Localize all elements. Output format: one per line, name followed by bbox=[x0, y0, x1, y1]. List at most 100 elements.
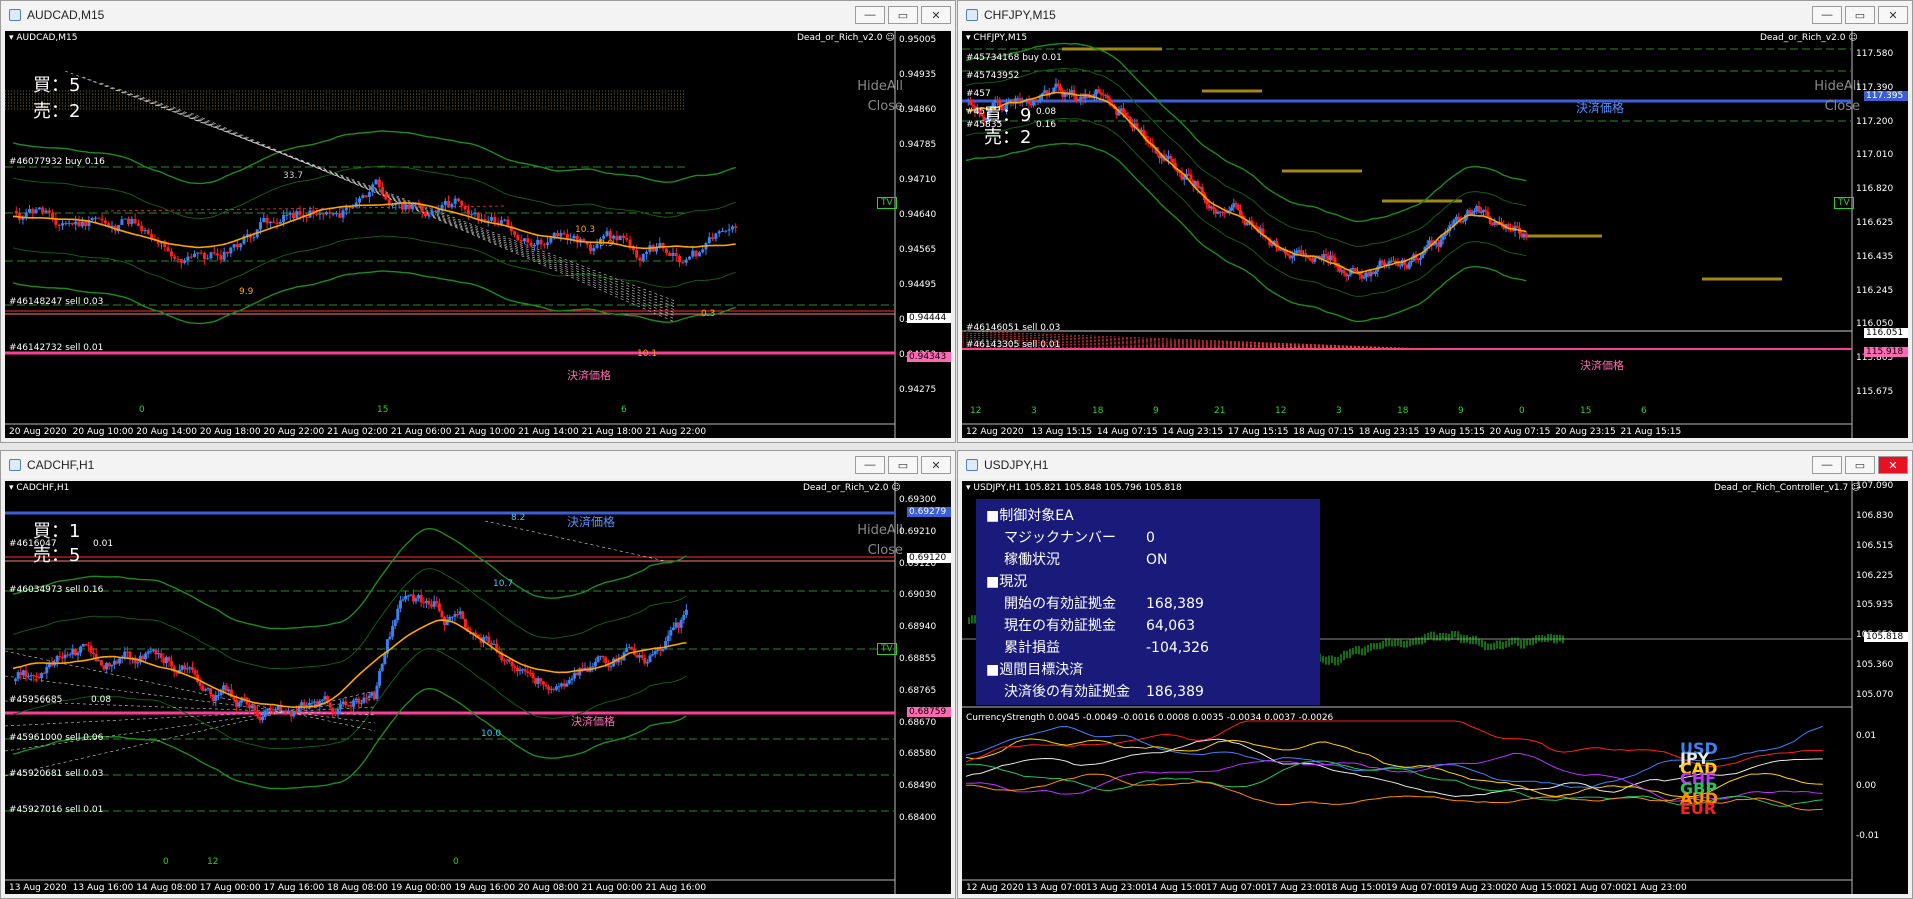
candle-body bbox=[625, 648, 629, 653]
candle-body bbox=[302, 702, 306, 707]
close-button[interactable]: ✕ bbox=[921, 456, 951, 474]
candle-body bbox=[292, 711, 296, 717]
candle-body bbox=[130, 218, 134, 225]
time-tick: 17 Aug 07:00 bbox=[1206, 883, 1267, 893]
candle-body bbox=[463, 205, 467, 210]
candle-body bbox=[711, 237, 715, 239]
annotation: 33.7 bbox=[283, 171, 304, 181]
chart-area-usdjpy[interactable]: ▾ USDJPY,H1 105.821 105.848 105.796 105.… bbox=[962, 481, 1908, 894]
time-tick: 21 Aug 10:00 bbox=[454, 427, 516, 437]
candle-body bbox=[593, 661, 597, 667]
annotation: 9.9 bbox=[239, 287, 254, 297]
titlebar-audcad[interactable]: AUDCAD,M15 — ▭ ✕ bbox=[1, 1, 955, 29]
titlebar-cadchf[interactable]: CADCHF,H1 — ▭ ✕ bbox=[1, 451, 955, 479]
titlebar-usdjpy[interactable]: USDJPY,H1 — ▭ ✕ bbox=[958, 451, 1912, 479]
time-tick: 13 Aug 16:00 bbox=[72, 883, 134, 893]
candle-body bbox=[183, 260, 187, 263]
minimize-button[interactable]: — bbox=[855, 456, 885, 474]
candle-body bbox=[1441, 235, 1445, 241]
window-audcad[interactable]: AUDCAD,M15 — ▭ ✕ ▾ AUDCAD,M15 Dead_or_Ri… bbox=[0, 0, 956, 443]
candle-body bbox=[19, 672, 23, 676]
candle-body bbox=[120, 219, 124, 225]
minimize-button[interactable]: — bbox=[1812, 456, 1842, 474]
candle-body bbox=[274, 709, 278, 711]
info-row: 稼働状況 ON bbox=[1004, 552, 1168, 568]
chart-window-icon bbox=[966, 9, 978, 21]
candle-body bbox=[295, 211, 299, 219]
time-tick: 20 Aug 07:15 bbox=[1489, 427, 1551, 437]
candle-body bbox=[393, 620, 397, 627]
hideall-button[interactable]: HideAll Close bbox=[843, 77, 903, 117]
tv-button[interactable]: TV bbox=[877, 643, 897, 655]
hideall-button[interactable]: HideAll Close bbox=[843, 521, 903, 561]
maximize-button[interactable]: ▭ bbox=[1845, 456, 1875, 474]
candle-body bbox=[341, 701, 345, 705]
time-tick: 14 Aug 07:15 bbox=[1096, 427, 1158, 437]
time-axis: 13 Aug 2020 13 Aug 16:00 14 Aug 08:00 17 Au… bbox=[5, 880, 951, 894]
candle-body bbox=[521, 669, 525, 671]
chart-area-chfjpy[interactable]: ▾ CHFJPY,M15 Dead_or_Rich_v2.0 ☺ 買：9 売：2… bbox=[962, 31, 1908, 438]
candle-body bbox=[209, 252, 213, 259]
settle-price-label: 決済価格 bbox=[571, 715, 615, 728]
candle-body bbox=[16, 672, 20, 679]
session-number: 9 bbox=[1458, 406, 1464, 416]
candle-body bbox=[100, 218, 104, 221]
candle-body bbox=[179, 258, 183, 263]
candle-body bbox=[450, 203, 454, 208]
candle-body bbox=[615, 235, 619, 241]
close-positions-button[interactable]: Close bbox=[1792, 97, 1860, 117]
candle-body bbox=[714, 233, 718, 239]
tv-button[interactable]: TV bbox=[1834, 197, 1854, 209]
candle-body bbox=[1099, 92, 1103, 95]
close-positions-button[interactable]: Close bbox=[843, 97, 903, 117]
hideall-button[interactable]: HideAll Close bbox=[1792, 77, 1860, 117]
candle-body bbox=[1477, 205, 1481, 213]
candle-body bbox=[265, 217, 269, 224]
close-positions-button[interactable]: Close bbox=[843, 541, 903, 561]
price-tick: 0.94275 bbox=[899, 385, 937, 395]
candle-body bbox=[404, 596, 408, 600]
chart-symbol-label: ▾ AUDCAD,M15 bbox=[9, 33, 78, 43]
maximize-button[interactable]: ▭ bbox=[888, 456, 918, 474]
close-button[interactable]: ✕ bbox=[921, 6, 951, 24]
annotation: 10.3 bbox=[575, 225, 596, 235]
sell-count: 売：2 bbox=[33, 101, 81, 122]
candle-body bbox=[1097, 89, 1101, 93]
time-tick: 18 Aug 15:00 bbox=[1326, 883, 1387, 893]
settle-price-tag: 0.69279 bbox=[907, 507, 951, 517]
time-tick: 21 Aug 23:00 bbox=[1626, 883, 1687, 893]
current-price-tag: 0.69120 bbox=[907, 553, 951, 563]
tv-button[interactable]: TV bbox=[877, 197, 897, 209]
candle-body bbox=[242, 697, 246, 699]
current-price-tag: 116.051 bbox=[1864, 328, 1908, 338]
candle-body bbox=[318, 213, 322, 215]
candle-body bbox=[691, 250, 695, 257]
window-cadchf[interactable]: CADCHF,H1 — ▭ ✕ ▾ CADCHF,H1 Dead_or_Rich… bbox=[0, 450, 956, 899]
titlebar-chfjpy[interactable]: CHFJPY,M15 — ▭ ✕ bbox=[958, 1, 1912, 29]
minimize-button[interactable]: — bbox=[1812, 6, 1842, 24]
chart-area-cadchf[interactable]: ▾ CADCHF,H1 Dead_or_Rich_v2.0 ☺ 買：1 売：5 … bbox=[5, 481, 951, 894]
window-usdjpy[interactable]: USDJPY,H1 — ▭ ✕ ▾ USDJPY,H1 105.821 105.… bbox=[957, 450, 1913, 899]
minimize-button[interactable]: — bbox=[855, 6, 885, 24]
candle-body bbox=[300, 702, 304, 707]
candle-body bbox=[515, 667, 519, 672]
candle-body bbox=[331, 707, 335, 713]
close-button[interactable]: ✕ bbox=[1878, 6, 1908, 24]
chart-area-audcad[interactable]: ▾ AUDCAD,M15 Dead_or_Rich_v2.0 ☺ 買：5 売：2… bbox=[5, 31, 951, 438]
window-chfjpy[interactable]: CHFJPY,M15 — ▭ ✕ ▾ CHFJPY,M15 Dead_or_Ri… bbox=[957, 0, 1913, 443]
maximize-button[interactable]: ▭ bbox=[888, 6, 918, 24]
candle-body bbox=[463, 618, 467, 628]
candle-body bbox=[1407, 262, 1411, 269]
maximize-button[interactable]: ▭ bbox=[1845, 6, 1875, 24]
window-title: CADCHF,H1 bbox=[27, 458, 95, 472]
candle-body bbox=[384, 193, 388, 200]
order-label: #46146051 sell 0.03 bbox=[966, 323, 1061, 333]
order-label: #45743952 bbox=[966, 71, 1020, 81]
order-lot: 0.08 bbox=[1036, 107, 1057, 117]
close-button[interactable]: ✕ bbox=[1878, 456, 1908, 474]
candle-body bbox=[298, 211, 302, 215]
candle-body bbox=[539, 239, 543, 245]
candle-body bbox=[255, 710, 259, 717]
candle-body bbox=[1189, 174, 1193, 180]
candle-body bbox=[32, 675, 36, 677]
